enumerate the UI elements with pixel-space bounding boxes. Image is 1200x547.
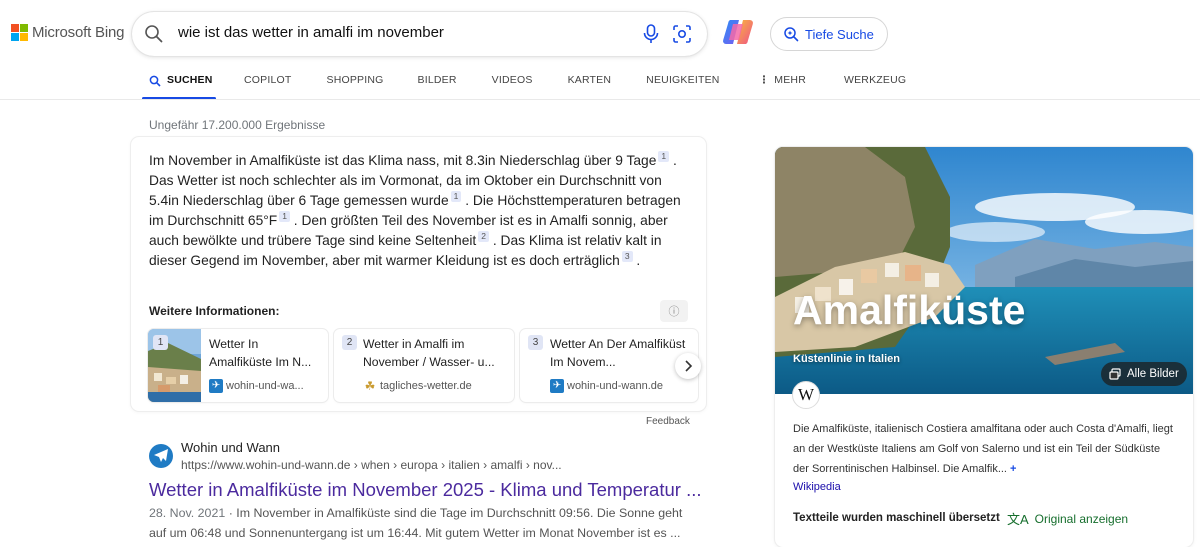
plane-favicon-icon xyxy=(149,444,173,468)
palm-favicon-icon: ☘ xyxy=(364,379,376,393)
all-images-label: Alle Bilder xyxy=(1127,368,1179,380)
visual-search-icon[interactable] xyxy=(672,24,692,44)
header-divider xyxy=(0,99,1200,100)
info-icon[interactable]: ⓘ xyxy=(660,300,688,322)
plane-favicon-icon: ✈ xyxy=(209,379,223,393)
expand-button[interactable]: + xyxy=(1010,463,1016,475)
tab-images-label: BILDER xyxy=(417,74,457,86)
result-count: Ungefähr 17.200.000 Ergebnisse xyxy=(149,118,326,132)
tab-copilot[interactable]: COPILOT xyxy=(244,68,292,100)
deep-search-icon xyxy=(784,27,799,42)
search-icon[interactable] xyxy=(144,24,164,44)
microsoft-logo-icon xyxy=(11,24,28,41)
panel-title: Amalfiküste xyxy=(793,287,1026,333)
source-domain: ✈ wohin-und-wa... xyxy=(209,379,304,393)
answer-text: Im November in Amalfiküste ist das Klima… xyxy=(149,151,694,271)
wikipedia-link[interactable]: Wikipedia xyxy=(793,481,841,493)
source-title: Wetter in Amalfi im November / Wasser- u… xyxy=(363,337,495,369)
source-card[interactable]: 2 Wetter in Amalfi im November / Wasser-… xyxy=(334,329,514,402)
search-box xyxy=(132,12,707,56)
panel-description: Die Amalfiküste, italienisch Costiera am… xyxy=(793,419,1178,479)
more-dots-icon: ⋮ xyxy=(758,74,770,86)
tab-maps[interactable]: KARTEN xyxy=(568,68,612,100)
tab-search[interactable]: SUCHEN xyxy=(142,68,216,100)
carousel-next-button[interactable] xyxy=(675,353,701,379)
show-original-label: Original anzeigen xyxy=(1034,511,1129,526)
result-title-link[interactable]: Wetter in Amalfiküste im November 2025 -… xyxy=(149,479,702,501)
all-images-button[interactable]: Alle Bilder xyxy=(1101,362,1187,386)
source-card[interactable]: 3 Wetter An Der Amalfiküst Im Novem... ✈… xyxy=(520,329,698,402)
knowledge-panel: Amalfiküste Küstenlinie in Italien Alle … xyxy=(775,147,1193,547)
tab-images[interactable]: BILDER xyxy=(418,68,457,100)
citation-badge[interactable]: 2 xyxy=(478,231,489,242)
plane-favicon-icon: ✈ xyxy=(550,379,564,393)
source-number: 3 xyxy=(528,335,543,350)
more-info-label: Weitere Informationen: xyxy=(149,304,280,318)
wikipedia-icon: W xyxy=(792,381,820,409)
logo-text: Microsoft Bing xyxy=(32,24,125,41)
site-url[interactable]: https://www.wohin-und-wann.de › when › e… xyxy=(181,458,562,472)
show-original-link[interactable]: 文A Original anzeigen xyxy=(1007,509,1128,528)
source-domain: ✈ wohin-und-wann.de xyxy=(550,379,663,393)
search-input[interactable] xyxy=(178,24,618,41)
source-number: 2 xyxy=(342,335,357,350)
source-title: Wetter In Amalfiküste Im N... xyxy=(209,337,312,369)
feedback-link[interactable]: Feedback xyxy=(646,416,690,427)
tab-search-label: SUCHEN xyxy=(167,74,213,86)
deep-search-button[interactable]: Tiefe Suche xyxy=(770,17,888,51)
result-snippet: 28. Nov. 2021 · Im November in Amalfiküs… xyxy=(149,503,694,543)
citation-badge[interactable]: 1 xyxy=(658,151,670,162)
search-icon xyxy=(149,75,161,87)
source-domain: ☘ tagliches-wetter.de xyxy=(363,379,472,393)
source-number: 1 xyxy=(153,335,168,350)
citation-badge[interactable]: 1 xyxy=(279,211,290,222)
tab-tools-label: WERKZEUG xyxy=(843,74,907,86)
copilot-icon[interactable] xyxy=(721,15,755,49)
deep-search-label: Tiefe Suche xyxy=(805,26,874,42)
answer-card: Im November in Amalfiküste ist das Klima… xyxy=(131,137,706,411)
microphone-icon[interactable] xyxy=(641,23,661,45)
tab-videos[interactable]: VIDEOS xyxy=(492,68,533,100)
tab-more[interactable]: ⋮ MEHR xyxy=(759,68,806,100)
source-domain-text: wohin-und-wa... xyxy=(226,380,304,392)
citation-badge[interactable]: 1 xyxy=(450,191,462,202)
tab-shopping-label: SHOPPING xyxy=(326,74,384,86)
images-icon xyxy=(1109,368,1121,380)
chevron-right-icon xyxy=(685,360,693,372)
tab-shopping[interactable]: SHOPPING xyxy=(327,68,384,100)
source-domain-text: wohin-und-wann.de xyxy=(567,380,664,392)
tab-maps-label: KARTEN xyxy=(567,74,612,86)
panel-subtitle: Küstenlinie in Italien xyxy=(793,353,900,365)
answer-segment: . xyxy=(636,253,641,268)
translation-note: Textteile wurden maschinell übersetzt xyxy=(793,512,1000,524)
tab-videos-label: VIDEOS xyxy=(491,74,533,86)
source-card[interactable]: 1 Wetter In Amalfiküste Im N... ✈ wohin-… xyxy=(148,329,328,402)
citation-badge[interactable]: 3 xyxy=(621,251,633,262)
result-date: 28. Nov. 2021 xyxy=(149,506,226,520)
answer-segment: Im November in Amalfiküste ist das Klima… xyxy=(149,153,657,168)
tab-news-label: NEUIGKEITEN xyxy=(646,74,720,86)
site-name[interactable]: Wohin und Wann xyxy=(181,440,280,455)
source-title: Wetter An Der Amalfiküst Im Novem... xyxy=(550,337,686,369)
bing-logo[interactable]: Microsoft Bing xyxy=(11,24,124,41)
tab-copilot-label: COPILOT xyxy=(244,74,292,86)
source-domain-text: tagliches-wetter.de xyxy=(380,380,472,392)
translate-icon: 文A xyxy=(1007,512,1029,527)
panel-description-text: Die Amalfiküste, italienisch Costiera am… xyxy=(793,423,1173,475)
tab-tools[interactable]: WERKZEUG xyxy=(844,68,906,100)
search-nav: SUCHEN COPILOT SHOPPING BILDER VIDEOS KA… xyxy=(142,68,906,100)
tab-more-label: MEHR xyxy=(774,74,806,86)
tab-news[interactable]: NEUIGKEITEN xyxy=(646,68,719,100)
